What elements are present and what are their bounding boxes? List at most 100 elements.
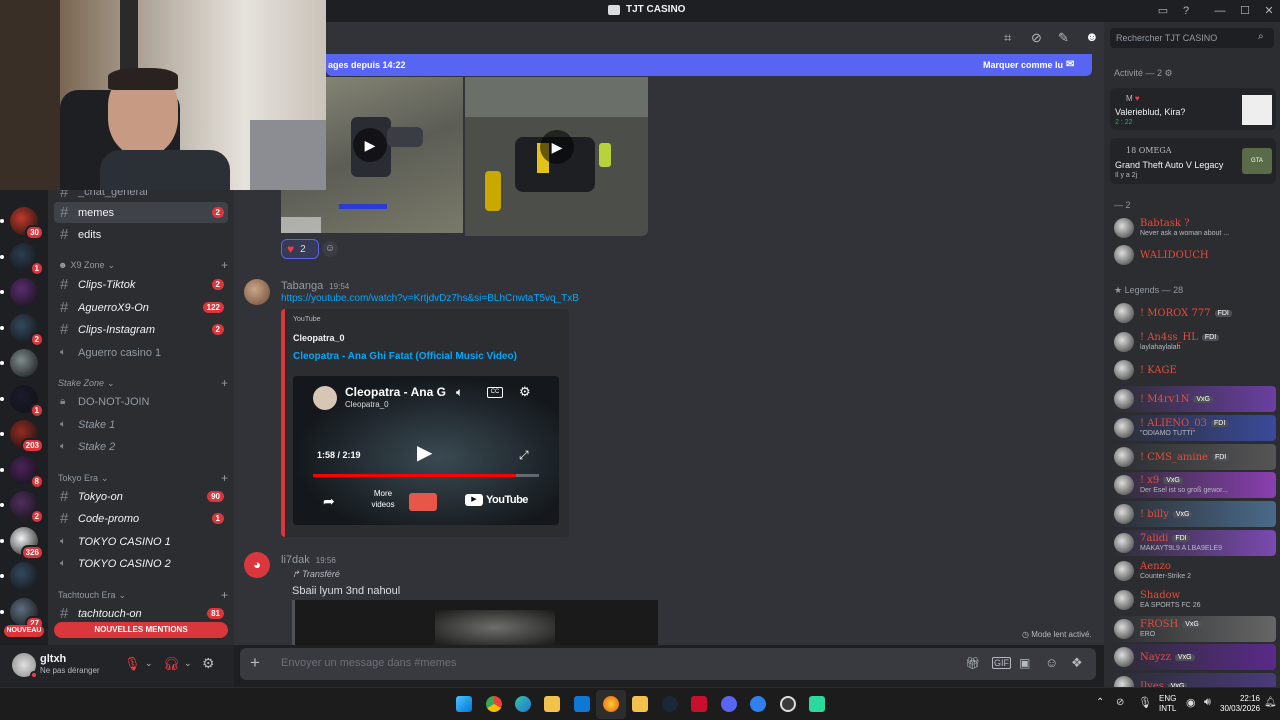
channel-edits[interactable]: # edits: [54, 224, 228, 245]
new-badge[interactable]: NOUVEAU: [4, 625, 44, 637]
threads-icon[interactable]: ⌗: [1004, 30, 1011, 46]
message-author[interactable]: Tabanga: [281, 280, 323, 292]
discord-icon[interactable]: [721, 696, 737, 712]
member-item[interactable]: ! KAGE: [1110, 357, 1276, 383]
add-reaction-icon[interactable]: ☺: [322, 241, 338, 257]
members-list-icon[interactable]: ☻: [1085, 29, 1099, 44]
add-channel-icon[interactable]: +: [221, 588, 228, 602]
member-item[interactable]: ! M4rv1N VxG: [1110, 386, 1276, 413]
network-icon[interactable]: ⊘: [1116, 697, 1124, 708]
add-channel-icon[interactable]: +: [221, 471, 228, 485]
video-attachment-2[interactable]: ▶: [465, 77, 648, 236]
embed-title[interactable]: Cleopatra - Ana Ghi Fatat (Official Musi…: [293, 351, 517, 362]
volume-icon[interactable]: 🔈︎: [456, 385, 463, 400]
forwarded-image[interactable]: [292, 600, 658, 645]
member-item[interactable]: Nayzz VxG: [1110, 644, 1276, 671]
search-input[interactable]: Rechercher TJT CASINO ⌕: [1110, 28, 1274, 48]
notification-bell-icon[interactable]: 🔔︎: [1264, 697, 1277, 708]
play-icon[interactable]: ▶: [417, 440, 432, 465]
voice-channel-aguerro-casino[interactable]: 🔈︎ Aguerro casino 1: [54, 342, 228, 363]
server-icon[interactable]: 1: [0, 384, 44, 418]
youtube-logo[interactable]: ▶ YouTube: [465, 494, 528, 506]
clock[interactable]: 22:16 30/03/2026: [1220, 694, 1260, 714]
pin-icon[interactable]: ✎: [1058, 30, 1069, 46]
windows-start-icon[interactable]: [456, 696, 472, 712]
video-thumbnail[interactable]: [409, 493, 437, 511]
mic-muted-icon[interactable]: 🎙︎: [124, 656, 141, 672]
headset-deafened-icon[interactable]: 🎧︎: [163, 656, 180, 672]
steam-icon[interactable]: [662, 696, 678, 712]
member-item[interactable]: 7alidi FDI MAKAYT9L9 A LBA9ELE9: [1110, 529, 1276, 556]
settings-gear-icon[interactable]: ⚙: [202, 655, 215, 672]
settings-gear-icon[interactable]: ⚙: [519, 384, 531, 400]
member-item[interactable]: WALIDOUCH: [1110, 242, 1276, 268]
outlook-icon[interactable]: [574, 696, 590, 712]
voice-channel-stake-1[interactable]: 🔈︎ Stake 1: [54, 414, 228, 435]
minimize-button[interactable]: —: [1212, 3, 1228, 19]
play-icon[interactable]: ▶: [353, 128, 387, 162]
channel-aguerrox9-on[interactable]: # AguerroX9-On 122: [54, 297, 228, 318]
apps-icon[interactable]: ❖: [1071, 655, 1083, 671]
embed-author[interactable]: Cleopatra_0: [293, 333, 345, 343]
member-item[interactable]: ! CMS_amine FDI: [1110, 443, 1276, 470]
channel-do-not-join[interactable]: 🔒︎ DO-NOT-JOIN: [54, 391, 228, 412]
chevron-down-icon[interactable]: ⌄: [145, 658, 153, 669]
chevron-up-icon[interactable]: ⌃: [1096, 697, 1104, 708]
server-icon[interactable]: 30: [0, 207, 44, 240]
member-item[interactable]: ! ALIENO_03 FDI "ODIAMO TUTTI": [1110, 414, 1276, 441]
add-channel-icon[interactable]: +: [221, 258, 228, 272]
server-icon[interactable]: [0, 562, 38, 590]
username[interactable]: gltxh: [40, 653, 66, 665]
member-item[interactable]: Aenzo Counter-Strike 2: [1110, 558, 1276, 584]
category-stake-zone[interactable]: Stake Zone ⌄ +: [58, 376, 228, 390]
voice-channel-tokyo-casino-1[interactable]: 🔈︎ TOKYO CASINO 1: [54, 531, 228, 552]
activity-card-2[interactable]: 18 OMEGA Grand Theft Auto V Legacy Il y …: [1110, 138, 1276, 184]
member-item[interactable]: ! billy VxG: [1110, 500, 1276, 527]
adobe-icon[interactable]: [691, 696, 707, 712]
member-item[interactable]: Babtask ? Never ask a woman about ...: [1110, 215, 1276, 241]
embed-provider[interactable]: YouTube: [293, 316, 321, 323]
channel-clips-tiktok[interactable]: # Clips-Tiktok 2: [54, 274, 228, 295]
server-icon[interactable]: 27: [0, 597, 44, 631]
video-player[interactable]: Cleopatra - Ana G Cleopatra_0 🔈︎ CC ⚙ 1:…: [293, 376, 559, 525]
gift-icon[interactable]: 🎁︎: [965, 656, 980, 670]
help-icon[interactable]: ?: [1178, 3, 1194, 19]
close-button[interactable]: ✕: [1261, 3, 1277, 19]
notes-app-icon[interactable]: [632, 696, 648, 712]
chevron-down-icon[interactable]: ⌄: [184, 658, 192, 669]
volume-icon[interactable]: 🔊︎: [1204, 696, 1211, 709]
file-explorer-icon[interactable]: [544, 696, 560, 712]
mute-bell-icon[interactable]: ⊘: [1031, 30, 1042, 46]
maximize-button[interactable]: ☐: [1237, 3, 1253, 19]
voice-channel-stake-2[interactable]: 🔈︎ Stake 2: [54, 436, 228, 457]
mark-read-icon[interactable]: ✉: [1066, 59, 1074, 70]
sticker-icon[interactable]: ▣: [1019, 656, 1030, 670]
member-item[interactable]: ! MOROX 777 FDI: [1110, 300, 1276, 326]
language-indicator[interactable]: ENG INTL: [1159, 694, 1176, 714]
gif-icon[interactable]: GIF: [992, 657, 1011, 669]
firefox-icon[interactable]: [603, 696, 619, 712]
member-item[interactable]: ! An4ss_HL FDI laylahaylalah: [1110, 329, 1276, 355]
edge-icon[interactable]: [515, 696, 531, 712]
message-author[interactable]: li7dak: [281, 554, 310, 566]
message-input[interactable]: Envoyer un message dans #memes: [281, 657, 456, 669]
voice-channel-tokyo-casino-2[interactable]: 🔈︎ TOKYO CASINO 2: [54, 553, 228, 574]
app-icon[interactable]: [780, 696, 796, 712]
member-item[interactable]: Shadow EA SPORTS FC 26: [1110, 587, 1276, 613]
server-icon[interactable]: 1: [0, 242, 44, 276]
server-icon[interactable]: 2: [0, 491, 44, 524]
app-icon[interactable]: [809, 696, 825, 712]
server-icon[interactable]: 203: [0, 420, 44, 453]
server-icon[interactable]: [0, 349, 38, 377]
server-icon[interactable]: 8: [0, 455, 44, 489]
share-icon[interactable]: ➦: [323, 493, 335, 510]
server-icon[interactable]: [0, 278, 38, 306]
more-videos-button[interactable]: More videos: [365, 488, 401, 510]
wifi-icon[interactable]: ◉: [1186, 696, 1196, 709]
category-x9-zone[interactable]: ☻ X9 Zone ⌄ +: [58, 258, 228, 272]
gear-icon[interactable]: ⚙: [1165, 68, 1173, 78]
server-icon[interactable]: 326: [0, 526, 44, 560]
mic-icon[interactable]: 🎙︎: [1138, 696, 1152, 709]
member-item[interactable]: Ilyes VxG: [1110, 673, 1276, 687]
app-icon[interactable]: [750, 696, 766, 712]
